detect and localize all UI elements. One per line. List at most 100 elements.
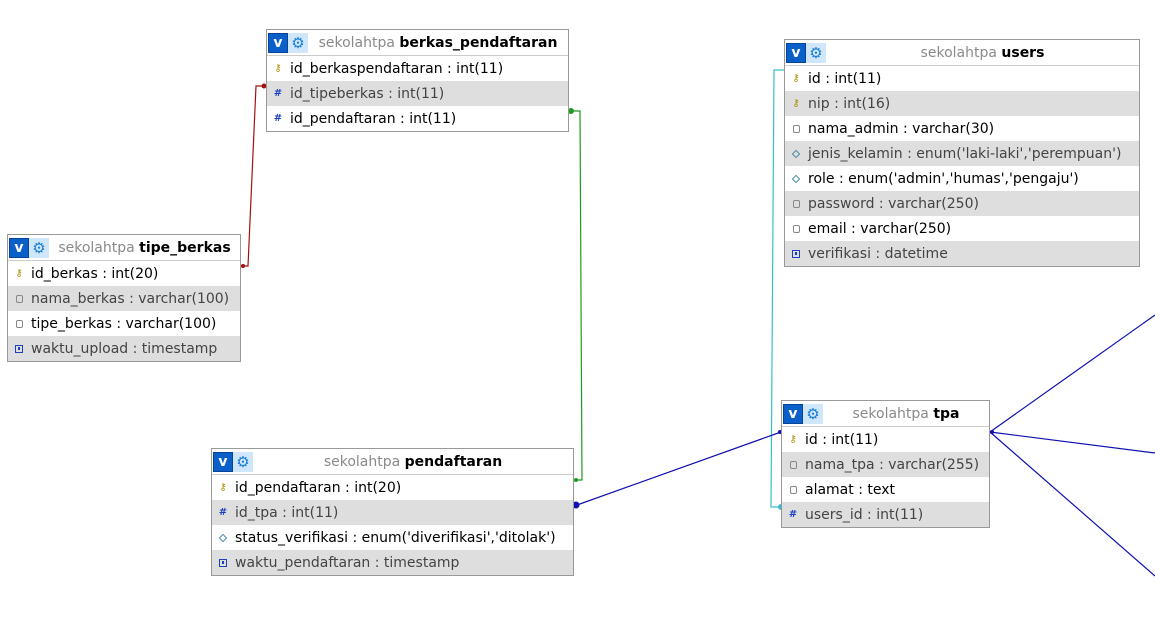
key-icon-glyph: ⚷ [789,434,797,445]
toggle-columns-button[interactable]: v [213,451,233,472]
column-row[interactable]: alamat : text [782,477,989,502]
column-definition: role : enum('admin','humas','pengaju') [808,170,1079,187]
table-name: tipe_berkas [139,239,231,256]
column-definition: id_tpa : int(11) [235,504,339,521]
toggle-columns-button[interactable]: v [9,237,29,258]
column-definition: email : varchar(250) [808,220,952,237]
column-definition: jenis_kelamin : enum('laki-laki','peremp… [808,145,1122,162]
enum-icon-glyph [218,533,228,542]
column-row[interactable]: ⚷ id : int(11) [785,66,1139,91]
relation-line-berkas-pendaftaran[interactable] [569,110,583,481]
table-users[interactable]: v ⚙ sekolahtpa users ⚷ id : int(11) ⚷ nip :… [784,39,1140,267]
table-header[interactable]: v ⚙ sekolahtpa pendaftaran [212,449,573,475]
column-row[interactable]: waktu_pendaftaran : timestamp [212,550,573,575]
column-row[interactable]: # id_pendaftaran : int(11) [267,106,568,131]
table-berkas-pendaftaran[interactable]: v ⚙ sekolahtpa berkas_pendaftaran ⚷ id_be… [266,29,569,132]
table-title: sekolahtpa berkas_pendaftaran [308,35,568,51]
column-row[interactable]: nama_admin : varchar(30) [785,116,1139,141]
relation-line-tpa-pendaftaran[interactable] [576,431,782,506]
column-row[interactable]: ⚷ nip : int(16) [785,91,1139,116]
table-name: berkas_pendaftaran [399,34,558,51]
datetime-icon [12,344,26,353]
hash-icon-glyph: # [273,88,283,99]
table-header[interactable]: v ⚙ sekolahtpa berkas_pendaftaran [267,30,568,56]
toggle-columns-button[interactable]: v [268,32,288,53]
table-tpa[interactable]: v ⚙ sekolahtpa tpa ⚷ id : int(11) nama_tpa… [781,400,990,528]
column-row[interactable]: nama_berkas : varchar(100) [8,286,240,311]
column-definition: id_berkaspendaftaran : int(11) [290,60,504,77]
text-field-icon [789,224,803,233]
column-row[interactable]: ⚷ id : int(11) [782,427,989,452]
column-definition: nip : int(16) [808,95,891,112]
gear-icon[interactable]: ⚙ [288,32,308,53]
column-row[interactable]: nama_tpa : varchar(255) [782,452,989,477]
key-icon: ⚷ [789,73,803,84]
gear-icon[interactable]: ⚙ [806,42,826,63]
gear-icon[interactable]: ⚙ [29,237,49,258]
column-row[interactable]: ⚷ id_berkas : int(20) [8,261,240,286]
column-definition: status_verifikasi : enum('diverifikasi',… [235,529,556,546]
relation-line-offscreen[interactable] [989,431,1155,577]
column-row[interactable]: jenis_kelamin : enum('laki-laki','peremp… [785,141,1139,166]
table-pendaftaran[interactable]: v ⚙ sekolahtpa pendaftaran ⚷ id_pendaftar… [211,448,574,576]
hash-icon: # [216,507,230,518]
gear-icon[interactable]: ⚙ [233,451,253,472]
column-definition: nama_tpa : varchar(255) [805,456,980,473]
text-field-icon [786,460,800,469]
key-icon-glyph: ⚷ [274,63,282,74]
relation-line-offscreen[interactable] [989,314,1155,433]
gear-icon[interactable]: ⚙ [803,403,823,424]
toggle-columns-button[interactable]: v [786,42,806,63]
database-name: sekolahtpa [58,239,135,256]
column-definition: waktu_pendaftaran : timestamp [235,554,460,571]
column-definition: id : int(11) [805,431,879,448]
table-header[interactable]: v ⚙ sekolahtpa tpa [782,401,989,427]
column-row[interactable]: # users_id : int(11) [782,502,989,527]
column-row[interactable]: # id_tpa : int(11) [212,500,573,525]
database-name: sekolahtpa [920,44,997,61]
database-name: sekolahtpa [318,34,395,51]
table-title: sekolahtpa pendaftaran [253,454,573,470]
column-row[interactable]: waktu_upload : timestamp [8,336,240,361]
column-row[interactable]: ⚷ id_pendaftaran : int(20) [212,475,573,500]
column-row[interactable]: status_verifikasi : enum('diverifikasi',… [212,525,573,550]
table-header[interactable]: v ⚙ sekolahtpa tipe_berkas [8,235,240,261]
column-definition: nama_berkas : varchar(100) [31,290,230,307]
table-name: users [1001,44,1045,61]
column-row[interactable]: password : varchar(250) [785,191,1139,216]
hash-icon-glyph: # [273,113,283,124]
column-definition: password : varchar(250) [808,195,979,212]
table-tipe-berkas[interactable]: v ⚙ sekolahtpa tipe_berkas ⚷ id_berkas : … [7,234,241,362]
column-row[interactable]: email : varchar(250) [785,216,1139,241]
hash-icon: # [271,113,285,124]
text-field-icon-glyph [789,460,797,469]
key-icon-glyph: ⚷ [15,268,23,279]
datetime-icon-glyph [219,558,227,567]
column-list: ⚷ id_pendaftaran : int(20) # id_tpa : int(1… [212,475,573,575]
column-row[interactable]: # id_tipeberkas : int(11) [267,81,568,106]
column-list: ⚷ id_berkas : int(20) nama_berkas : varcha… [8,261,240,361]
text-field-icon [786,485,800,494]
hash-icon: # [271,88,285,99]
enum-icon [789,149,803,158]
key-icon: ⚷ [12,268,26,279]
column-row[interactable]: role : enum('admin','humas','pengaju') [785,166,1139,191]
relation-endpoint [241,264,245,268]
hash-icon: # [786,509,800,520]
key-icon: ⚷ [216,482,230,493]
relation-line-offscreen[interactable] [989,431,1155,454]
column-row[interactable]: verifikasi : datetime [785,241,1139,266]
column-list: ⚷ id : int(11) nama_tpa : varchar(255) alam… [782,427,989,527]
column-row[interactable]: ⚷ id_berkaspendaftaran : int(11) [267,56,568,81]
text-field-icon-glyph [792,124,800,133]
relation-line-tipe-berkas[interactable] [240,85,266,267]
column-list: ⚷ id : int(11) ⚷ nip : int(16) nama_admin : … [785,66,1139,266]
text-field-icon [12,319,26,328]
toggle-columns-button[interactable]: v [783,403,803,424]
table-header[interactable]: v ⚙ sekolahtpa users [785,40,1139,66]
column-row[interactable]: tipe_berkas : varchar(100) [8,311,240,336]
table-name: pendaftaran [404,453,503,470]
text-field-icon [789,124,803,133]
enum-icon [789,174,803,183]
column-list: ⚷ id_berkaspendaftaran : int(11) # id_tipeb… [267,56,568,131]
